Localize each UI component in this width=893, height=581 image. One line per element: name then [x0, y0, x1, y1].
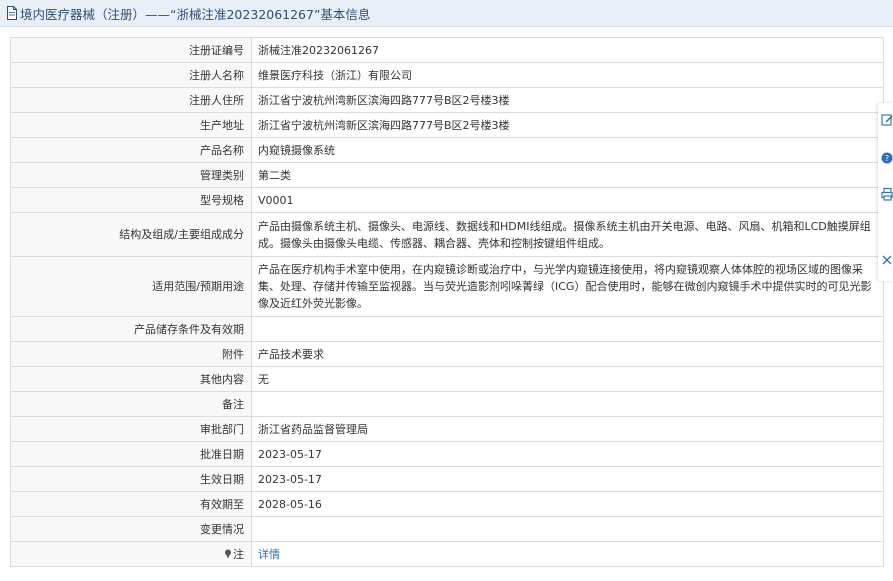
row-value: 详情 [251, 541, 884, 567]
table-row: 注册人名称 维景医疗科技（浙江）有限公司 [10, 62, 884, 88]
table-row: 适用范围/预期用途 产品在医疗机构手术室中使用，在内窥镜诊断或治疗中，与光学内窥… [10, 256, 884, 317]
row-label: 备注 [10, 391, 252, 417]
row-label: 审批部门 [10, 416, 252, 442]
table-row: 附件 产品技术要求 [10, 341, 884, 367]
row-value: 浙械注准20232061267 [251, 37, 884, 63]
row-label: 变更情况 [10, 516, 252, 542]
row-label: 注册人住所 [10, 87, 252, 113]
document-icon [7, 6, 17, 20]
table-row: 变更情况 [10, 516, 884, 542]
table-row: 批准日期 2023-05-17 [10, 441, 884, 467]
page-title: 境内医疗器械（注册）——“浙械注准20232061267”基本信息 [20, 6, 371, 22]
table-row: 管理类别 第二类 [10, 162, 884, 188]
row-value: 浙江省药品监督管理局 [251, 416, 884, 442]
row-label: 结构及组成/主要组成成分 [10, 212, 252, 257]
close-icon[interactable] [881, 253, 893, 267]
row-label-note: 注 [10, 541, 252, 567]
details-link[interactable]: 详情 [258, 548, 280, 561]
row-value: 产品由摄像系统主机、摄像头、电源线、数据线和HDMI线组成。摄像系统主机由开关电… [251, 212, 884, 257]
table-row: 生产地址 浙江省宁波杭州湾新区滨海四路777号B区2号楼3楼 [10, 112, 884, 138]
row-value: 维景医疗科技（浙江）有限公司 [251, 62, 884, 88]
row-value: V0001 [251, 187, 884, 213]
row-label: 附件 [10, 341, 252, 367]
note-label: 注 [233, 547, 244, 561]
row-label: 生效日期 [10, 466, 252, 492]
row-label: 产品储存条件及有效期 [10, 316, 252, 342]
row-value: 2023-05-17 [251, 441, 884, 467]
row-value [251, 391, 884, 417]
row-label: 批准日期 [10, 441, 252, 467]
row-value: 产品技术要求 [251, 341, 884, 367]
row-label: 其他内容 [10, 366, 252, 392]
edit-icon[interactable] [881, 113, 893, 127]
row-value [251, 316, 884, 342]
row-value [251, 516, 884, 542]
row-value: 浙江省宁波杭州湾新区滨海四路777号B区2号楼3楼 [251, 87, 884, 113]
row-label: 型号规格 [10, 187, 252, 213]
table-row: 其他内容 无 [10, 366, 884, 392]
row-value: 产品在医疗机构手术室中使用，在内窥镜诊断或治疗中，与光学内窥镜连接使用，将内窥镜… [251, 256, 884, 317]
device-info-table: 注册证编号 浙械注准20232061267 注册人名称 维景医疗科技（浙江）有限… [10, 37, 884, 567]
table-row: 审批部门 浙江省药品监督管理局 [10, 416, 884, 442]
table-row: 备注 [10, 391, 884, 417]
row-value: 内窥镜摄像系统 [251, 137, 884, 163]
row-value: 无 [251, 366, 884, 392]
row-label: 适用范围/预期用途 [10, 256, 252, 317]
row-label: 生产地址 [10, 112, 252, 138]
row-label: 产品名称 [10, 137, 252, 163]
table-row: 产品名称 内窥镜摄像系统 [10, 137, 884, 163]
table-row: 结构及组成/主要组成成分 产品由摄像系统主机、摄像头、电源线、数据线和HDMI线… [10, 212, 884, 257]
row-label: 注册人名称 [10, 62, 252, 88]
table-row: 有效期至 2028-05-16 [10, 491, 884, 517]
help-icon[interactable]: ? [881, 151, 893, 165]
row-label: 注册证编号 [10, 37, 252, 63]
row-value: 2023-05-17 [251, 466, 884, 492]
row-value: 第二类 [251, 162, 884, 188]
page-header: 境内医疗器械（注册）——“浙械注准20232061267”基本信息 [0, 0, 893, 27]
table-row: 生效日期 2023-05-17 [10, 466, 884, 492]
row-label: 有效期至 [10, 491, 252, 517]
table-row: 产品储存条件及有效期 [10, 316, 884, 342]
svg-text:?: ? [885, 154, 889, 163]
print-icon[interactable] [881, 187, 893, 201]
table-row: 注册人住所 浙江省宁波杭州湾新区滨海四路777号B区2号楼3楼 [10, 87, 884, 113]
table-row: 型号规格 V0001 [10, 187, 884, 213]
row-value: 2028-05-16 [251, 491, 884, 517]
table-row: 注 详情 [10, 541, 884, 567]
side-toolbar: ? [878, 103, 893, 281]
row-label: 管理类别 [10, 162, 252, 188]
row-value: 浙江省宁波杭州湾新区滨海四路777号B区2号楼3楼 [251, 112, 884, 138]
table-row: 注册证编号 浙械注准20232061267 [10, 37, 884, 63]
pin-icon [225, 549, 231, 558]
